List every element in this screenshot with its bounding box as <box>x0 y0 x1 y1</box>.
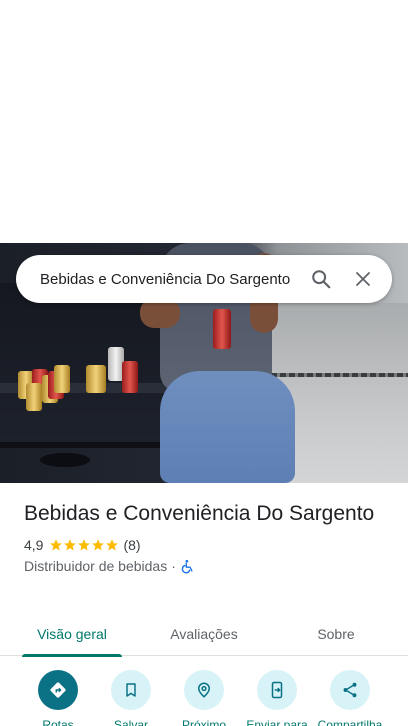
nearby-button-circle[interactable] <box>184 670 224 710</box>
send-to-phone-icon <box>271 681 283 699</box>
star-icon <box>106 539 119 551</box>
action-label: Salvar <box>113 718 148 726</box>
search-icon <box>312 270 331 289</box>
directions-button[interactable]: Rotas <box>18 670 98 726</box>
category-row: Distribuidor de bebidas · <box>24 558 394 574</box>
action-label: Rotas <box>42 718 74 726</box>
send-to-phone-button-circle[interactable] <box>257 670 297 710</box>
tab-overview[interactable]: Visão geral <box>22 612 122 657</box>
share-button-circle[interactable] <box>330 670 370 710</box>
clear-button[interactable] <box>342 258 384 300</box>
active-tab-indicator <box>22 654 122 657</box>
tab-bar: Visão geral Avaliações Sobre <box>0 612 408 657</box>
action-label: Próximo <box>181 718 226 726</box>
close-icon <box>356 272 370 286</box>
directions-button-circle[interactable] <box>38 670 78 710</box>
send-to-phone-button[interactable]: Enviar para <box>237 670 317 726</box>
tab-label: Sobre <box>317 626 355 642</box>
place-info: Bebidas e Conveniência Do Sargento 4,9 (… <box>24 500 394 574</box>
separator-dot: · <box>171 558 176 574</box>
bookmark-icon <box>126 683 136 697</box>
search-query[interactable]: Bebidas e Conveniência Do Sargento <box>40 271 300 288</box>
star-icon <box>78 539 91 551</box>
star-icon <box>50 539 63 551</box>
review-count: (8) <box>123 537 141 553</box>
action-label: Enviar para <box>246 718 308 726</box>
star-icon <box>92 539 105 551</box>
tab-reviews[interactable]: Avaliações <box>154 612 254 656</box>
save-button-circle[interactable] <box>111 670 151 710</box>
wheelchair-accessible-icon <box>181 559 193 573</box>
map-area[interactable] <box>0 0 408 243</box>
save-button[interactable]: Salvar <box>91 670 171 726</box>
search-button[interactable] <box>300 258 342 300</box>
star-icon <box>64 539 77 551</box>
place-title: Bebidas e Conveniência Do Sargento <box>24 502 375 525</box>
tab-label: Visão geral <box>37 626 107 642</box>
action-label: Compartilha <box>317 718 383 726</box>
rating-row[interactable]: 4,9 (8) <box>24 537 394 553</box>
nearby-button[interactable]: Próximo <box>164 670 244 726</box>
search-bar[interactable]: Bebidas e Conveniência Do Sargento <box>16 255 392 303</box>
share-icon <box>343 682 357 698</box>
rating-stars <box>49 538 119 552</box>
directions-icon <box>50 682 66 698</box>
rating-value: 4,9 <box>24 537 44 553</box>
place-category: Distribuidor de bebidas <box>24 558 168 574</box>
tab-about[interactable]: Sobre <box>286 612 386 656</box>
tab-label: Avaliações <box>170 626 238 642</box>
share-button[interactable]: Compartilha <box>310 670 390 726</box>
nearby-icon <box>197 682 211 698</box>
action-buttons: Rotas Salvar Próximo Enviar para Compart… <box>0 670 408 726</box>
